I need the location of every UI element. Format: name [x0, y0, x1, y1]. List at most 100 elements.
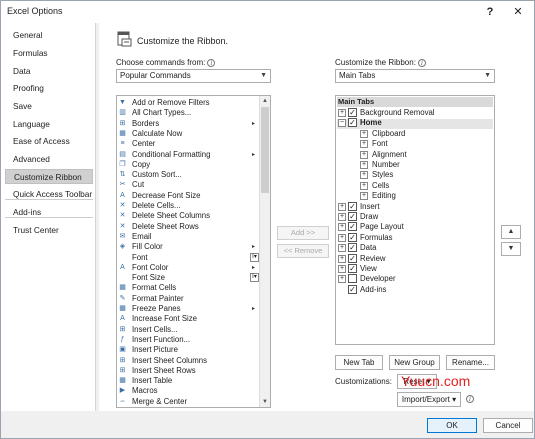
command-item[interactable]: ⊞ Insert Sheet Columns	[117, 356, 259, 366]
tree-node-editing[interactable]: + Editing	[336, 191, 492, 201]
collapse-icon[interactable]: −	[338, 119, 346, 128]
customize-ribbon-select[interactable]: Main Tabs ▼	[335, 69, 495, 83]
checkbox[interactable]: ✓	[348, 108, 357, 117]
move-up-button[interactable]: ▲	[501, 225, 521, 239]
tree-node-clipboard[interactable]: + Clipboard	[336, 129, 492, 139]
command-item[interactable]: ≡ Center	[117, 139, 259, 149]
checkbox[interactable]: ✓	[348, 222, 357, 232]
tree-node-data[interactable]: + ✓ Data	[336, 243, 492, 253]
expand-icon[interactable]: +	[338, 223, 346, 232]
checkbox[interactable]: ✓	[348, 118, 357, 128]
tree-node-draw[interactable]: + ✓ Draw	[336, 212, 492, 222]
expand-icon[interactable]: +	[360, 129, 368, 138]
nav-item-ease-of-access[interactable]: Ease of Access	[5, 134, 93, 149]
checkbox[interactable]: ✓	[348, 253, 357, 263]
command-item[interactable]: ▶ Macros	[117, 386, 259, 396]
expand-icon[interactable]: +	[338, 213, 346, 221]
tree-node-formulas[interactable]: + ✓ Formulas	[336, 232, 492, 243]
nav-item-proofing[interactable]: Proofing	[5, 81, 93, 96]
tree-node-developer[interactable]: + Developer	[336, 274, 492, 284]
new-tab-button[interactable]: New Tab	[335, 355, 383, 370]
command-item[interactable]: ⇔ Merge & Center	[117, 397, 259, 407]
command-item[interactable]: ƒ Insert Function...	[117, 335, 259, 345]
command-item[interactable]: ⊞ Insert Cells...	[117, 325, 259, 335]
commands-list[interactable]: ⇔ Merge & Center ▶ Macros ▦ Insert Table ⊞ Inse…	[116, 95, 271, 408]
checkbox[interactable]: ✓	[348, 201, 357, 211]
move-down-button[interactable]: ▼	[501, 242, 521, 256]
tree-node-styles[interactable]: + Styles	[336, 170, 492, 180]
command-item[interactable]: ▥ All Chart Types...	[117, 108, 259, 118]
checkbox[interactable]: ✓	[348, 232, 357, 242]
nav-item-general[interactable]: General	[5, 28, 93, 43]
command-item[interactable]: ⊞ Insert Sheet Rows	[117, 366, 259, 376]
nav-item-language[interactable]: Language	[5, 117, 93, 132]
command-item[interactable]: ◈ Fill Color ▸	[117, 242, 259, 252]
new-group-button[interactable]: New Group	[389, 355, 440, 370]
rename-button[interactable]: Rename...	[446, 355, 495, 370]
tree-node-view[interactable]: + ✓ View	[336, 264, 492, 274]
tree-node-font[interactable]: + Font	[336, 139, 492, 149]
command-item[interactable]: ⊞ Borders ▸	[117, 119, 259, 129]
choose-commands-select[interactable]: Popular Commands ▼	[116, 69, 271, 83]
nav-item-advanced[interactable]: Advanced	[5, 152, 93, 167]
tree-node-background-removal[interactable]: + ✓ Background Removal	[336, 108, 492, 118]
command-item[interactable]: ✎ Format Painter	[117, 294, 259, 304]
command-item[interactable]: ✉ Email	[117, 232, 259, 242]
expand-icon[interactable]: +	[338, 254, 346, 263]
nav-item-save[interactable]: Save	[5, 99, 93, 114]
checkbox[interactable]: ✓	[348, 264, 357, 273]
command-item[interactable]: ✕ Delete Cells...	[117, 201, 259, 211]
nav-item-trust-center[interactable]: Trust Center	[5, 223, 93, 238]
scroll-thumb[interactable]	[261, 107, 269, 193]
command-item[interactable]: ▦ Calculate Now	[117, 129, 259, 139]
expand-icon[interactable]: +	[338, 244, 346, 253]
commands-scrollbar[interactable]: ▲ ▼	[259, 96, 270, 407]
tree-node-insert[interactable]: + ✓ Insert	[336, 201, 492, 212]
command-item[interactable]: A Font Color ▸	[117, 263, 259, 273]
command-item[interactable]: ✂ Cut	[117, 180, 259, 190]
command-item[interactable]: ✕ Delete Sheet Columns	[117, 211, 259, 221]
expand-icon[interactable]: +	[360, 181, 368, 190]
checkbox[interactable]: ✓	[348, 212, 357, 221]
expand-icon[interactable]: +	[360, 161, 368, 169]
checkbox[interactable]	[348, 274, 357, 284]
command-item[interactable]: ❐ Copy	[117, 160, 259, 170]
command-item[interactable]: ▤ Conditional Formatting ▸	[117, 150, 259, 160]
expand-icon[interactable]: +	[338, 202, 346, 211]
command-item[interactable]: Font I▾	[117, 252, 259, 263]
cancel-button[interactable]: Cancel	[483, 418, 533, 433]
command-item[interactable]: ▦ Insert Table	[117, 376, 259, 386]
help-button[interactable]: ?	[479, 3, 501, 21]
expand-icon[interactable]: +	[360, 150, 368, 159]
expand-icon[interactable]: +	[360, 192, 368, 201]
tree-node-add-ins[interactable]: ✓ Add-ins	[336, 284, 492, 295]
command-item[interactable]: A Increase Font Size	[117, 314, 259, 324]
close-button[interactable]: ✕	[507, 3, 529, 21]
expand-icon[interactable]: +	[338, 275, 346, 284]
command-item[interactable]: ▦ Format Cells	[117, 283, 259, 293]
nav-item-data[interactable]: Data	[5, 64, 93, 79]
checkbox[interactable]: ✓	[348, 284, 357, 294]
command-item[interactable]: ▦ Freeze Panes ▸	[117, 304, 259, 314]
expand-icon[interactable]: +	[338, 265, 346, 273]
scroll-down-icon[interactable]: ▼	[260, 397, 270, 407]
tree-node-cells[interactable]: + Cells	[336, 181, 492, 191]
nav-item-formulas[interactable]: Formulas	[5, 46, 93, 61]
command-item[interactable]: A Decrease Font Size	[117, 191, 259, 201]
expand-icon[interactable]: +	[338, 233, 346, 242]
tree-node-number[interactable]: + Number	[336, 160, 492, 170]
tree-node-review[interactable]: + ✓ Review	[336, 253, 492, 264]
tree-node-alignment[interactable]: + Alignment	[336, 150, 492, 160]
expand-icon[interactable]: +	[338, 109, 346, 117]
command-item[interactable]: Font Size I▾	[117, 273, 259, 283]
remove-button[interactable]: << Remove	[277, 244, 329, 258]
command-item[interactable]: ▣ Insert Picture	[117, 345, 259, 355]
scroll-up-icon[interactable]: ▲	[260, 96, 270, 106]
command-item[interactable]: ▼ Add or Remove Filters	[117, 98, 259, 108]
expand-icon[interactable]: +	[360, 171, 368, 180]
checkbox[interactable]: ✓	[348, 243, 357, 253]
ribbon-tree[interactable]: Main Tabs + ✓ Background Removal − ✓ Home + Cli…	[335, 95, 495, 345]
command-item[interactable]: ✕ Delete Sheet Rows	[117, 222, 259, 232]
tree-node-page-layout[interactable]: + ✓ Page Layout	[336, 222, 492, 232]
tree-node-home[interactable]: − ✓ Home	[336, 118, 492, 128]
